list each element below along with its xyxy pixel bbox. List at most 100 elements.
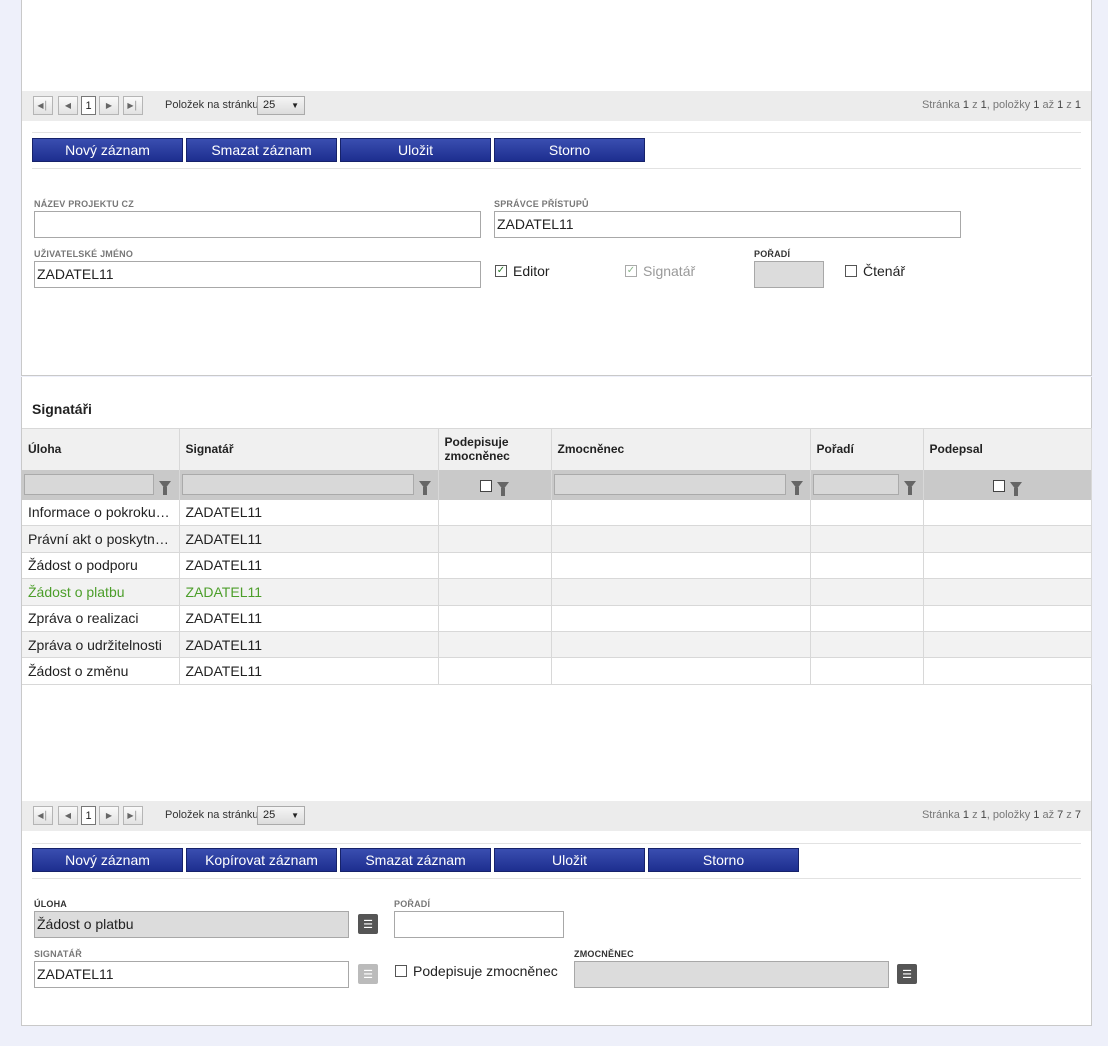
column-header-task[interactable]: Úloha	[22, 428, 180, 470]
signatory-cell: ZADATEL11	[179, 631, 439, 659]
table-row[interactable]: Žádost o změnu ZADATEL11	[22, 657, 1092, 685]
editor-checkbox[interactable]: ✓ Editor	[495, 263, 550, 279]
filter-icon[interactable]	[903, 480, 916, 495]
proxy-signs-label: Podepisuje zmocněnec	[413, 963, 558, 979]
proxy-signs-cell	[438, 605, 552, 632]
signatory-field[interactable]: ZADATEL11	[34, 961, 349, 988]
per-page-label: Položek na stránku	[165, 99, 259, 111]
list-icon[interactable]: ☰	[897, 964, 917, 984]
proxy-signs-cell	[438, 552, 552, 580]
task-filter-input[interactable]	[24, 474, 154, 495]
filter-icon[interactable]	[497, 481, 509, 496]
signatory-filter-input[interactable]	[181, 474, 414, 495]
proxy-field[interactable]	[574, 961, 889, 988]
table-row-selected[interactable]: Žádost o platbu ZADATEL11	[22, 578, 1092, 606]
order-cell	[810, 605, 924, 632]
project-name-label: NÁZEV PROJEKTU CZ	[34, 199, 134, 209]
column-header-proxy[interactable]: Zmocněnec	[551, 428, 811, 470]
column-header-proxy-signs[interactable]: Podepisuje zmocněnec	[438, 428, 552, 470]
order-field[interactable]	[754, 261, 824, 288]
proxy-cell	[551, 657, 811, 685]
editor-label: Editor	[513, 263, 550, 279]
access-admin-field[interactable]: ZADATEL11	[494, 211, 961, 238]
signatory-cell: ZADATEL11	[179, 499, 439, 527]
task-cell: Žádost o podporu	[22, 552, 180, 580]
username-field[interactable]: ZADATEL11	[34, 261, 481, 288]
table-row[interactable]: Informace o pokroku v realizaci ZADATEL1…	[22, 499, 1092, 527]
signed-cell	[923, 605, 1092, 632]
table-row[interactable]: Zpráva o realizaci ZADATEL11	[22, 605, 1092, 632]
per-page-select[interactable]: 25 ▼	[257, 96, 305, 115]
new-record-button[interactable]: Nový záznam	[32, 848, 183, 872]
column-header-signatory[interactable]: Signatář	[179, 428, 439, 470]
proxy-signs-cell	[438, 499, 552, 527]
order-label: POŘADÍ	[754, 249, 791, 259]
filter-icon[interactable]	[1009, 481, 1022, 496]
proxy-signs-cell	[438, 631, 552, 659]
per-page-value: 25	[263, 99, 276, 111]
task-cell: Žádost o změnu	[22, 657, 180, 685]
signatory-cell: ZADATEL11	[179, 578, 439, 606]
first-page-icon[interactable]: ◀│	[33, 96, 53, 115]
access-admin-label: SPRÁVCE PŘÍSTUPŮ	[494, 199, 589, 209]
signed-filter-checkbox[interactable]	[992, 479, 1005, 492]
pager-bottom: ◀│ ◀ 1 ▶ ▶│ Položek na stránku 25 ▼ Strán…	[22, 801, 1091, 831]
chevron-down-icon: ▼	[291, 811, 299, 820]
table-row[interactable]: Zpráva o udržitelnosti ZADATEL11	[22, 631, 1092, 659]
check-icon: ✓	[625, 265, 637, 277]
task-cell: Právní akt o poskytnutí/převodu podpory	[22, 525, 180, 553]
pager-info: Stránka 1 z 1, položky 1 až 7 z 7	[921, 809, 1081, 821]
proxy-signs-checkbox[interactable]: Podepisuje zmocněnec	[395, 963, 558, 979]
task-label: ÚLOHA	[34, 899, 67, 909]
first-page-icon[interactable]: ◀│	[33, 806, 53, 825]
prev-page-icon[interactable]: ◀	[58, 96, 78, 115]
table-row[interactable]: Právní akt o poskytnutí/převodu podpory …	[22, 525, 1092, 553]
next-page-icon[interactable]: ▶	[99, 96, 119, 115]
reader-checkbox[interactable]: Čtenář	[845, 263, 905, 279]
per-page-select[interactable]: 25 ▼	[257, 806, 305, 825]
last-page-icon[interactable]: ▶│	[123, 806, 143, 825]
proxy-cell	[551, 631, 811, 659]
copy-record-button[interactable]: Kopírovat záznam	[186, 848, 337, 872]
list-icon[interactable]: ☰	[358, 914, 378, 934]
signatory-cell: ZADATEL11	[179, 657, 439, 685]
task-field[interactable]: Žádost o platbu	[34, 911, 349, 938]
save-button[interactable]: Uložit	[494, 848, 645, 872]
signatory-cell: ZADATEL11	[179, 605, 439, 632]
signatory-label: SIGNATÁŘ	[34, 949, 82, 959]
column-header-order[interactable]: Pořadí	[810, 428, 924, 470]
table-row[interactable]: Žádost o podporu ZADATEL11	[22, 552, 1092, 580]
cancel-button[interactable]: Storno	[494, 138, 645, 162]
page-input[interactable]: 1	[81, 96, 96, 115]
order-filter-input[interactable]	[812, 474, 899, 495]
last-page-icon[interactable]: ▶│	[123, 96, 143, 115]
task-cell: Zpráva o udržitelnosti	[22, 631, 180, 659]
delete-record-button[interactable]: Smazat záznam	[186, 138, 337, 162]
per-page-label: Položek na stránku	[165, 809, 259, 821]
proxy-signs-filter-checkbox[interactable]	[480, 479, 492, 492]
proxy-cell	[551, 525, 811, 553]
next-page-icon[interactable]: ▶	[99, 806, 119, 825]
delete-record-button[interactable]: Smazat záznam	[340, 848, 491, 872]
signatory-cell: ZADATEL11	[179, 552, 439, 580]
chevron-down-icon: ▼	[291, 101, 299, 110]
divider	[32, 843, 1081, 844]
filter-icon[interactable]	[418, 480, 431, 495]
divider	[32, 168, 1081, 169]
proxy-cell	[551, 578, 811, 606]
project-name-field[interactable]	[34, 211, 481, 238]
page-input[interactable]: 1	[81, 806, 96, 825]
new-record-button[interactable]: Nový záznam	[32, 138, 183, 162]
save-button[interactable]: Uložit	[340, 138, 491, 162]
column-header-signed[interactable]: Podepsal	[923, 428, 1092, 470]
cancel-button[interactable]: Storno	[648, 848, 799, 872]
prev-page-icon[interactable]: ◀	[58, 806, 78, 825]
proxy-filter-input[interactable]	[553, 474, 786, 495]
signatories-panel: Signatáři Úloha Signatář Podepisuje zmoc…	[21, 377, 1092, 1026]
order-field[interactable]	[394, 911, 564, 938]
filter-icon[interactable]	[790, 480, 803, 495]
filter-icon[interactable]	[159, 480, 171, 495]
proxy-signs-cell	[438, 657, 552, 685]
order-cell	[810, 552, 924, 580]
signatory-cell: ZADATEL11	[179, 525, 439, 553]
